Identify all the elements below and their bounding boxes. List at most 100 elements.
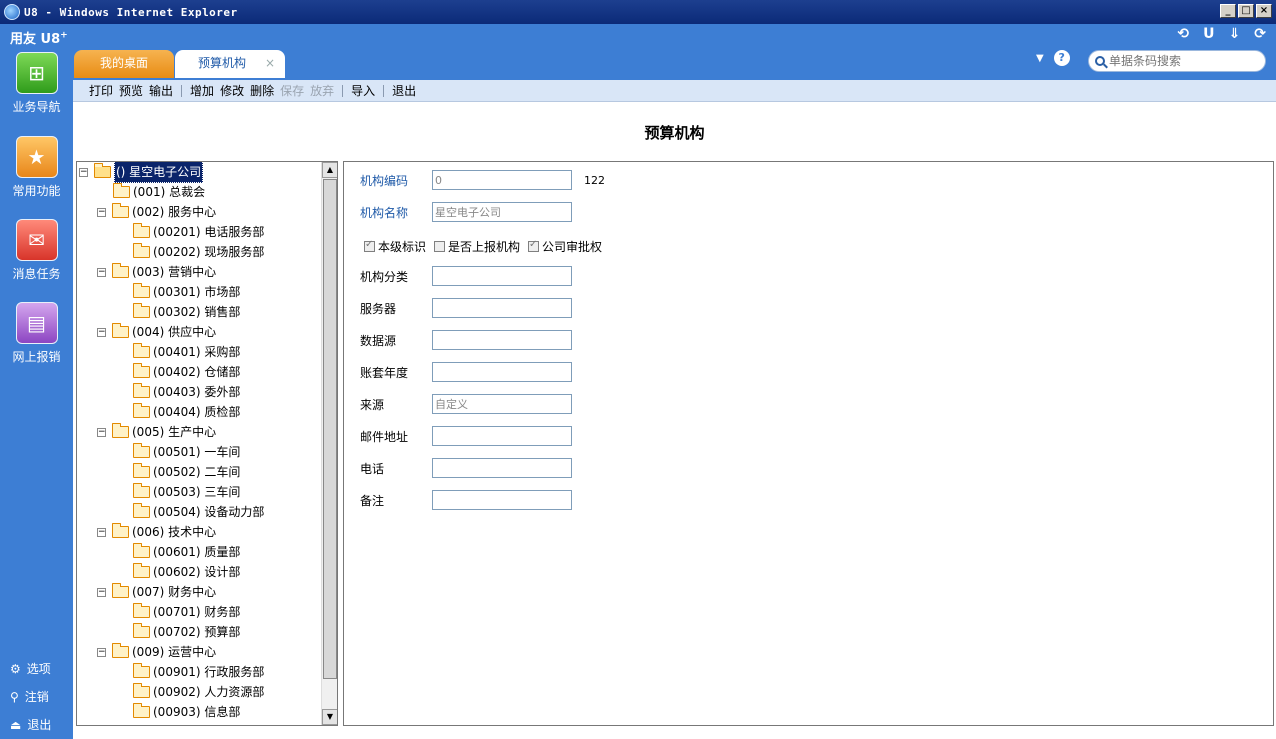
tree-node-label[interactable]: (00402) 仓储部 bbox=[153, 362, 240, 382]
nav-online-reimbursement[interactable]: ▤ 网上报销 bbox=[0, 302, 73, 365]
tree-node[interactable]: (001) 总裁会 bbox=[113, 182, 205, 202]
remark-field[interactable] bbox=[432, 490, 572, 510]
tree-node-child[interactable]: (00404) 质检部 bbox=[133, 402, 240, 422]
tree-node-child[interactable]: (00601) 质量部 bbox=[133, 542, 240, 562]
tree-node-label[interactable]: (00903) 信息部 bbox=[153, 702, 240, 722]
tree-node-child[interactable]: (00501) 一车间 bbox=[133, 442, 240, 462]
email-field[interactable] bbox=[432, 426, 572, 446]
tree-node-label[interactable]: (006) 技术中心 bbox=[132, 522, 216, 542]
server-field[interactable] bbox=[432, 298, 572, 318]
help-icon[interactable]: ? bbox=[1053, 50, 1070, 66]
tree-node-child[interactable]: (00602) 设计部 bbox=[133, 562, 240, 582]
export-button[interactable]: 输出 bbox=[149, 82, 173, 99]
tree-node-label[interactable]: (00602) 设计部 bbox=[153, 562, 240, 582]
tab-budget-org[interactable]: 预算机构 × bbox=[175, 50, 285, 78]
tree-node-child[interactable]: (00201) 电话服务部 bbox=[133, 222, 264, 242]
u-icon[interactable]: U bbox=[1203, 26, 1214, 42]
tree-node-label[interactable]: (00302) 销售部 bbox=[153, 302, 240, 322]
tree-node-child[interactable]: (00503) 三车间 bbox=[133, 482, 240, 502]
preview-button[interactable]: 预览 bbox=[119, 82, 143, 99]
tree-node-child[interactable]: (00701) 财务部 bbox=[133, 602, 240, 622]
org-name-field[interactable] bbox=[432, 202, 572, 222]
nav-logout[interactable]: ⚲ 注销 bbox=[10, 688, 49, 705]
tree-node-child[interactable]: (00901) 行政服务部 bbox=[133, 662, 264, 682]
import-button[interactable]: 导入 bbox=[351, 82, 375, 99]
minimize-button[interactable]: _ bbox=[1220, 4, 1236, 18]
tree-node-label[interactable]: (002) 服务中心 bbox=[132, 202, 216, 222]
scroll-down-icon[interactable]: ▼ bbox=[322, 709, 337, 725]
year-field[interactable] bbox=[432, 362, 572, 382]
tree-node[interactable]: − (005) 生产中心 bbox=[97, 422, 216, 442]
print-button[interactable]: 打印 bbox=[89, 82, 113, 99]
tree-node[interactable]: − (006) 技术中心 bbox=[97, 522, 216, 542]
tree-node-child[interactable]: (00202) 现场服务部 bbox=[133, 242, 264, 262]
report-org-checkbox[interactable]: 是否上报机构 bbox=[434, 238, 520, 255]
maximize-button[interactable]: □ bbox=[1238, 4, 1254, 18]
search-input[interactable] bbox=[1109, 54, 1259, 68]
approval-right-checkbox[interactable]: 公司审批权 bbox=[528, 238, 602, 255]
level-flag-checkbox[interactable]: 本级标识 bbox=[364, 238, 426, 255]
tree-node-label[interactable]: (005) 生产中心 bbox=[132, 422, 216, 442]
close-window-button[interactable]: × bbox=[1256, 4, 1272, 18]
tree-node-label[interactable]: (00403) 委外部 bbox=[153, 382, 240, 402]
collapse-icon[interactable]: − bbox=[97, 647, 106, 657]
save-button[interactable]: 保存 bbox=[280, 82, 304, 99]
tree-node-child[interactable]: (00401) 采购部 bbox=[133, 342, 240, 362]
tree-node-label[interactable]: (00503) 三车间 bbox=[153, 482, 240, 502]
tree-node-child[interactable]: (00302) 销售部 bbox=[133, 302, 240, 322]
tree-node-child[interactable]: (00301) 市场部 bbox=[133, 282, 240, 302]
collapse-icon[interactable]: − bbox=[97, 427, 106, 437]
collapse-icon[interactable]: − bbox=[97, 327, 106, 337]
tree-node-child[interactable]: (00403) 委外部 bbox=[133, 382, 240, 402]
tree-node-child[interactable]: (00402) 仓储部 bbox=[133, 362, 240, 382]
nav-message-tasks[interactable]: ✉ 消息任务 bbox=[0, 219, 73, 282]
delete-button[interactable]: 删除 bbox=[250, 82, 274, 99]
tree-node-label[interactable]: (00902) 人力资源部 bbox=[153, 682, 264, 702]
tree-node-label[interactable]: (00201) 电话服务部 bbox=[153, 222, 264, 242]
dropdown-icon[interactable]: ⇓ bbox=[1229, 26, 1241, 42]
reload-icon[interactable]: ⟳ bbox=[1254, 26, 1266, 42]
tree-node-label[interactable]: (00601) 质量部 bbox=[153, 542, 240, 562]
tree-node-label[interactable]: (009) 运营中心 bbox=[132, 642, 216, 662]
tree-node-label[interactable]: (00202) 现场服务部 bbox=[153, 242, 264, 262]
source-field[interactable] bbox=[432, 394, 572, 414]
tree-node-label[interactable]: (00504) 设备动力部 bbox=[153, 502, 264, 522]
collapse-icon[interactable]: − bbox=[97, 207, 106, 217]
tree-node[interactable]: − (009) 运营中心 bbox=[97, 642, 216, 662]
tree-node-label[interactable]: (00901) 行政服务部 bbox=[153, 662, 264, 682]
tree-node-label[interactable]: (00404) 质检部 bbox=[153, 402, 240, 422]
tree-node-child[interactable]: (00903) 信息部 bbox=[133, 702, 240, 722]
tree-scrollbar[interactable]: ▲ ▼ bbox=[321, 162, 337, 725]
close-tab-icon[interactable]: × bbox=[265, 50, 275, 76]
tree-node-label[interactable]: (004) 供应中心 bbox=[132, 322, 216, 342]
tree-node[interactable]: − (003) 营销中心 bbox=[97, 262, 216, 282]
tree-node[interactable]: − (002) 服务中心 bbox=[97, 202, 216, 222]
phone-field[interactable] bbox=[432, 458, 572, 478]
collapse-icon[interactable]: − bbox=[97, 267, 106, 277]
tree-node-label[interactable]: (00701) 财务部 bbox=[153, 602, 240, 622]
tree-node-label[interactable]: (00501) 一车间 bbox=[153, 442, 240, 462]
category-field[interactable] bbox=[432, 266, 572, 286]
discard-button[interactable]: 放弃 bbox=[310, 82, 334, 99]
exit-button[interactable]: 退出 bbox=[392, 82, 416, 99]
tab-menu-caret-icon[interactable]: ▼ bbox=[1036, 53, 1044, 64]
tab-my-desktop[interactable]: 我的桌面 bbox=[74, 50, 174, 78]
tree-node[interactable]: − (007) 财务中心 bbox=[97, 582, 216, 602]
tree-node[interactable]: − (004) 供应中心 bbox=[97, 322, 216, 342]
edit-button[interactable]: 修改 bbox=[220, 82, 244, 99]
nav-common-functions[interactable]: ★ 常用功能 bbox=[0, 136, 73, 199]
tree-node-label[interactable]: (001) 总裁会 bbox=[133, 182, 205, 202]
nav-business-navigation[interactable]: ⊞ 业务导航 bbox=[0, 52, 73, 115]
scroll-up-icon[interactable]: ▲ bbox=[322, 162, 337, 178]
tree-node-child[interactable]: (00902) 人力资源部 bbox=[133, 682, 264, 702]
tree-node-label[interactable]: (00502) 二车间 bbox=[153, 462, 240, 482]
tree-node-label[interactable]: (00702) 预算部 bbox=[153, 622, 240, 642]
tree-node-root[interactable]: − () 星空电子公司 bbox=[79, 162, 204, 183]
tree-node-label[interactable]: (003) 营销中心 bbox=[132, 262, 216, 282]
nav-options[interactable]: ⚙ 选项 bbox=[10, 660, 51, 677]
tree-node-child[interactable]: (00502) 二车间 bbox=[133, 462, 240, 482]
collapse-icon[interactable]: − bbox=[79, 167, 88, 177]
tree-node-label[interactable]: (00401) 采购部 bbox=[153, 342, 240, 362]
tree-node-label[interactable]: () 星空电子公司 bbox=[114, 162, 204, 183]
tree-node-child[interactable]: (00702) 预算部 bbox=[133, 622, 240, 642]
